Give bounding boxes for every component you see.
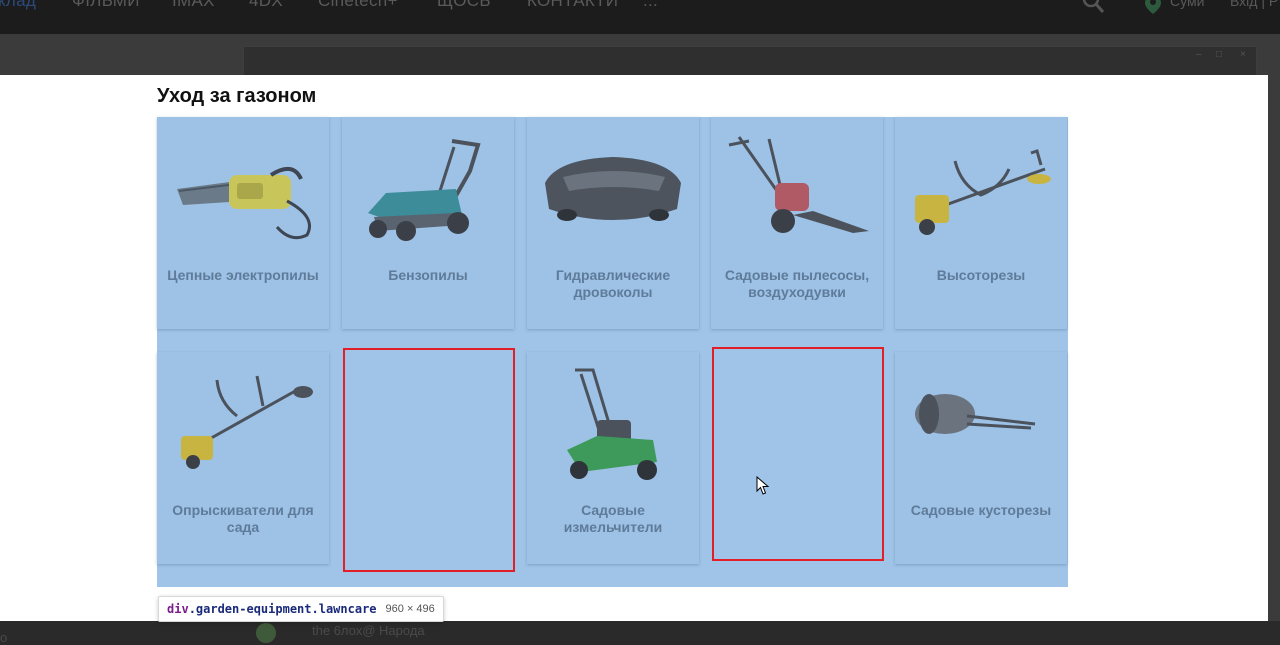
card-label: Цепные электропилы xyxy=(167,267,319,283)
card-label: Садовые измельчители xyxy=(563,502,663,535)
login-link[interactable]: Вхід | Р xyxy=(1230,0,1278,9)
nav-item-imax[interactable]: IMAX xyxy=(172,0,215,11)
category-card-garden-vacuums[interactable]: Садовые пылесосы, воздуходувки xyxy=(711,117,883,329)
lawnmower-icon xyxy=(368,139,481,241)
category-card-sprayers[interactable]: Опрыскиватели для сада xyxy=(157,352,329,564)
card-label: Садовые кусторезы xyxy=(910,502,1052,518)
robot-mower-icon xyxy=(545,157,681,221)
search-icon[interactable] xyxy=(1082,0,1104,14)
category-card-chain-saws[interactable]: Цепные электропилы xyxy=(157,117,329,329)
category-card-pole-pruners[interactable]: Высоторезы xyxy=(895,117,1067,329)
card-label: Опрыскиватели для сада xyxy=(172,502,314,535)
trimmer-icon xyxy=(915,149,1051,235)
inspector-class: .garden-equipment.lawncare xyxy=(188,602,377,616)
nav-item-shchos[interactable]: ЩОСЬ xyxy=(437,0,491,11)
nav-item-contacts[interactable]: КОНТАКТИ xyxy=(527,0,618,11)
category-card-petrol-saws[interactable]: Бензопилы xyxy=(342,117,514,329)
nav-item-more[interactable]: ... xyxy=(643,0,658,11)
lawncare-modal: Уход за газоном Цепные электропилы Бензо… xyxy=(0,75,1268,621)
garden-roller-icon xyxy=(915,394,1036,434)
hand-mower-icon xyxy=(728,136,869,233)
footer-text: the 6лох@ Народа xyxy=(312,623,425,638)
city-selector[interactable]: Суми xyxy=(1170,0,1204,9)
background-nav-bar: клад ФІЛЬМИ IMAX 4DX Cinetech+ ЩОСЬ КОНТ… xyxy=(0,0,1280,34)
card-label: Гидравлические дровоколы xyxy=(555,267,671,300)
nav-item-4dx[interactable]: 4DX xyxy=(249,0,283,11)
card-label: Высоторезы xyxy=(936,267,1026,283)
close-icon: × xyxy=(1240,49,1246,60)
inspector-tooltip: div.garden-equipment.lawncare 960 × 496 xyxy=(158,596,444,622)
maximize-icon: □ xyxy=(1216,49,1223,60)
card-label: Бензопилы xyxy=(388,267,468,283)
background-footer xyxy=(0,621,1280,645)
minimize-icon: – xyxy=(1196,49,1202,60)
category-card-shredders[interactable]: Садовые измельчители xyxy=(527,352,699,564)
modal-title: Уход за газоном xyxy=(157,85,317,107)
mouse-cursor-icon xyxy=(756,476,770,495)
brushcutter-icon xyxy=(181,375,313,469)
category-card-empty[interactable] xyxy=(343,348,515,572)
nav-item-0[interactable]: клад xyxy=(0,0,36,11)
inspector-selector: div.garden-equipment.lawncare xyxy=(167,602,377,616)
avatar xyxy=(256,623,276,643)
green-mower-icon xyxy=(567,368,657,480)
category-card-hydraulic-splitters[interactable]: Гидравлические дровоколы xyxy=(527,117,699,329)
inspector-tag: div xyxy=(167,602,189,616)
nav-item-cinetech[interactable]: Cinetech+ xyxy=(318,0,398,11)
card-label: Садовые пылесосы, воздуходувки xyxy=(724,267,870,300)
location-pin-icon xyxy=(1145,0,1161,14)
nav-item-films[interactable]: ФІЛЬМИ xyxy=(72,0,140,11)
category-card-hedge-trimmers[interactable]: Садовые кусторезы xyxy=(895,352,1067,564)
footer-left-text: о xyxy=(0,630,8,645)
chainsaw-icon xyxy=(177,167,311,240)
inspector-size: 960 × 496 xyxy=(385,603,435,615)
garden-equipment-lawncare: Цепные электропилы Бензопилы Гидравличес… xyxy=(157,117,1068,587)
category-card-empty[interactable] xyxy=(712,347,884,561)
